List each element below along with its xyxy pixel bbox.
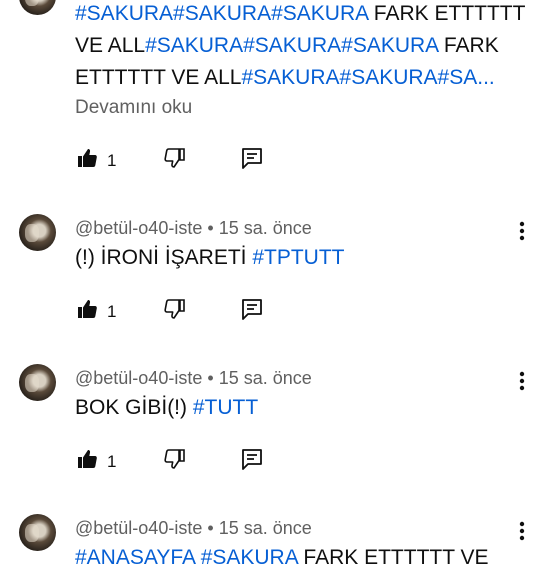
avatar[interactable] (19, 514, 56, 551)
avatar[interactable] (19, 364, 56, 401)
kebab-menu-icon (519, 521, 525, 546)
text-segment: VE ALL (75, 34, 146, 57)
like-button[interactable]: 1 (75, 297, 116, 326)
dislike-button[interactable] (163, 447, 187, 476)
comment-header: @betül-o40-iste • 15 sa. önce (75, 218, 312, 239)
text-segment: BOK GİBİ(!) (75, 396, 193, 419)
comment-text: (!) İRONİ İŞARETİ #TPTUTT (75, 242, 345, 274)
author-name[interactable]: @betül-o40-iste (75, 218, 202, 238)
hashtag-link[interactable]: #SAKURA (201, 546, 298, 569)
reply-button[interactable] (240, 447, 264, 476)
thumbs-up-icon (75, 146, 99, 175)
more-options-button[interactable] (510, 221, 534, 245)
reply-button[interactable] (240, 297, 264, 326)
comment-header: @betül-o40-iste • 15 sa. önce (75, 518, 312, 539)
comment-line: BOK GİBİ(!) #TUTT (75, 392, 258, 424)
avatar[interactable] (19, 0, 56, 15)
thumbs-up-icon (75, 447, 99, 476)
like-count: 1 (107, 150, 117, 170)
text-segment: (!) İRONİ İŞARETİ (75, 246, 253, 269)
comment-text: #ANASAYFA #SAKURA FARK ETTTTTT VE (75, 542, 489, 574)
comment-line: #SAKURA#SAKURA#SAKURA FARK ETTTTTT (75, 0, 525, 30)
separator: • (207, 368, 214, 388)
more-options-button[interactable] (510, 371, 534, 395)
dislike-button[interactable] (163, 297, 187, 326)
comment-line: (!) İRONİ İŞARETİ #TPTUTT (75, 242, 345, 274)
comment-reply-icon (240, 297, 264, 326)
text-segment: FARK ETTTTTT (367, 2, 526, 25)
hashtag-link[interactable]: #SAKURA#SAKURA#SA... (241, 66, 494, 89)
like-button[interactable]: 1 (75, 146, 116, 175)
comment-header: @betül-o40-iste • 15 sa. önce (75, 368, 312, 389)
thumbs-up-icon (75, 297, 99, 326)
like-count: 1 (107, 301, 117, 321)
like-count: 1 (107, 451, 117, 471)
thumbs-down-icon (163, 146, 187, 175)
comment-reply-icon (240, 146, 264, 175)
timestamp[interactable]: 15 sa. önce (219, 518, 312, 538)
author-name[interactable]: @betül-o40-iste (75, 368, 202, 388)
timestamp[interactable]: 15 sa. önce (219, 218, 312, 238)
kebab-menu-icon (519, 221, 525, 246)
kebab-menu-icon (519, 371, 525, 396)
hashtag-link[interactable]: #ANASAYFA (75, 546, 195, 569)
thumbs-down-icon (163, 447, 187, 476)
comment-text: #SAKURA#SAKURA#SAKURA FARK ETTTTTT VE AL… (75, 0, 525, 94)
hashtag-link[interactable]: #TUTT (193, 396, 258, 419)
hashtag-link[interactable]: #TPTUTT (252, 246, 344, 269)
more-options-button[interactable] (510, 521, 534, 545)
hashtag-link[interactable]: #SAKURA#SAKURA#SAKURA (75, 2, 368, 25)
like-button[interactable]: 1 (75, 447, 116, 476)
text-segment: FARK ETTTTTT VE (297, 546, 489, 569)
reply-button[interactable] (240, 146, 264, 175)
hashtag-link[interactable]: #SAKURA#SAKURA#SAKURA (145, 34, 438, 57)
separator: • (207, 218, 214, 238)
avatar[interactable] (19, 214, 56, 251)
timestamp[interactable]: 15 sa. önce (219, 368, 312, 388)
comment-text: BOK GİBİ(!) #TUTT (75, 392, 258, 424)
author-name[interactable]: @betül-o40-iste (75, 518, 202, 538)
comment-reply-icon (240, 447, 264, 476)
read-more-link[interactable]: Devamını oku (75, 97, 192, 119)
comment-line: ETTTTTT VE ALL#SAKURA#SAKURA#SA... (75, 62, 525, 94)
dislike-button[interactable] (163, 146, 187, 175)
separator: • (207, 518, 214, 538)
comment-line: #ANASAYFA #SAKURA FARK ETTTTTT VE (75, 542, 489, 574)
text-segment: FARK (438, 34, 499, 57)
comment-line: VE ALL#SAKURA#SAKURA#SAKURA FARK (75, 30, 525, 62)
thumbs-down-icon (163, 297, 187, 326)
text-segment: ETTTTTT VE ALL (75, 66, 242, 89)
